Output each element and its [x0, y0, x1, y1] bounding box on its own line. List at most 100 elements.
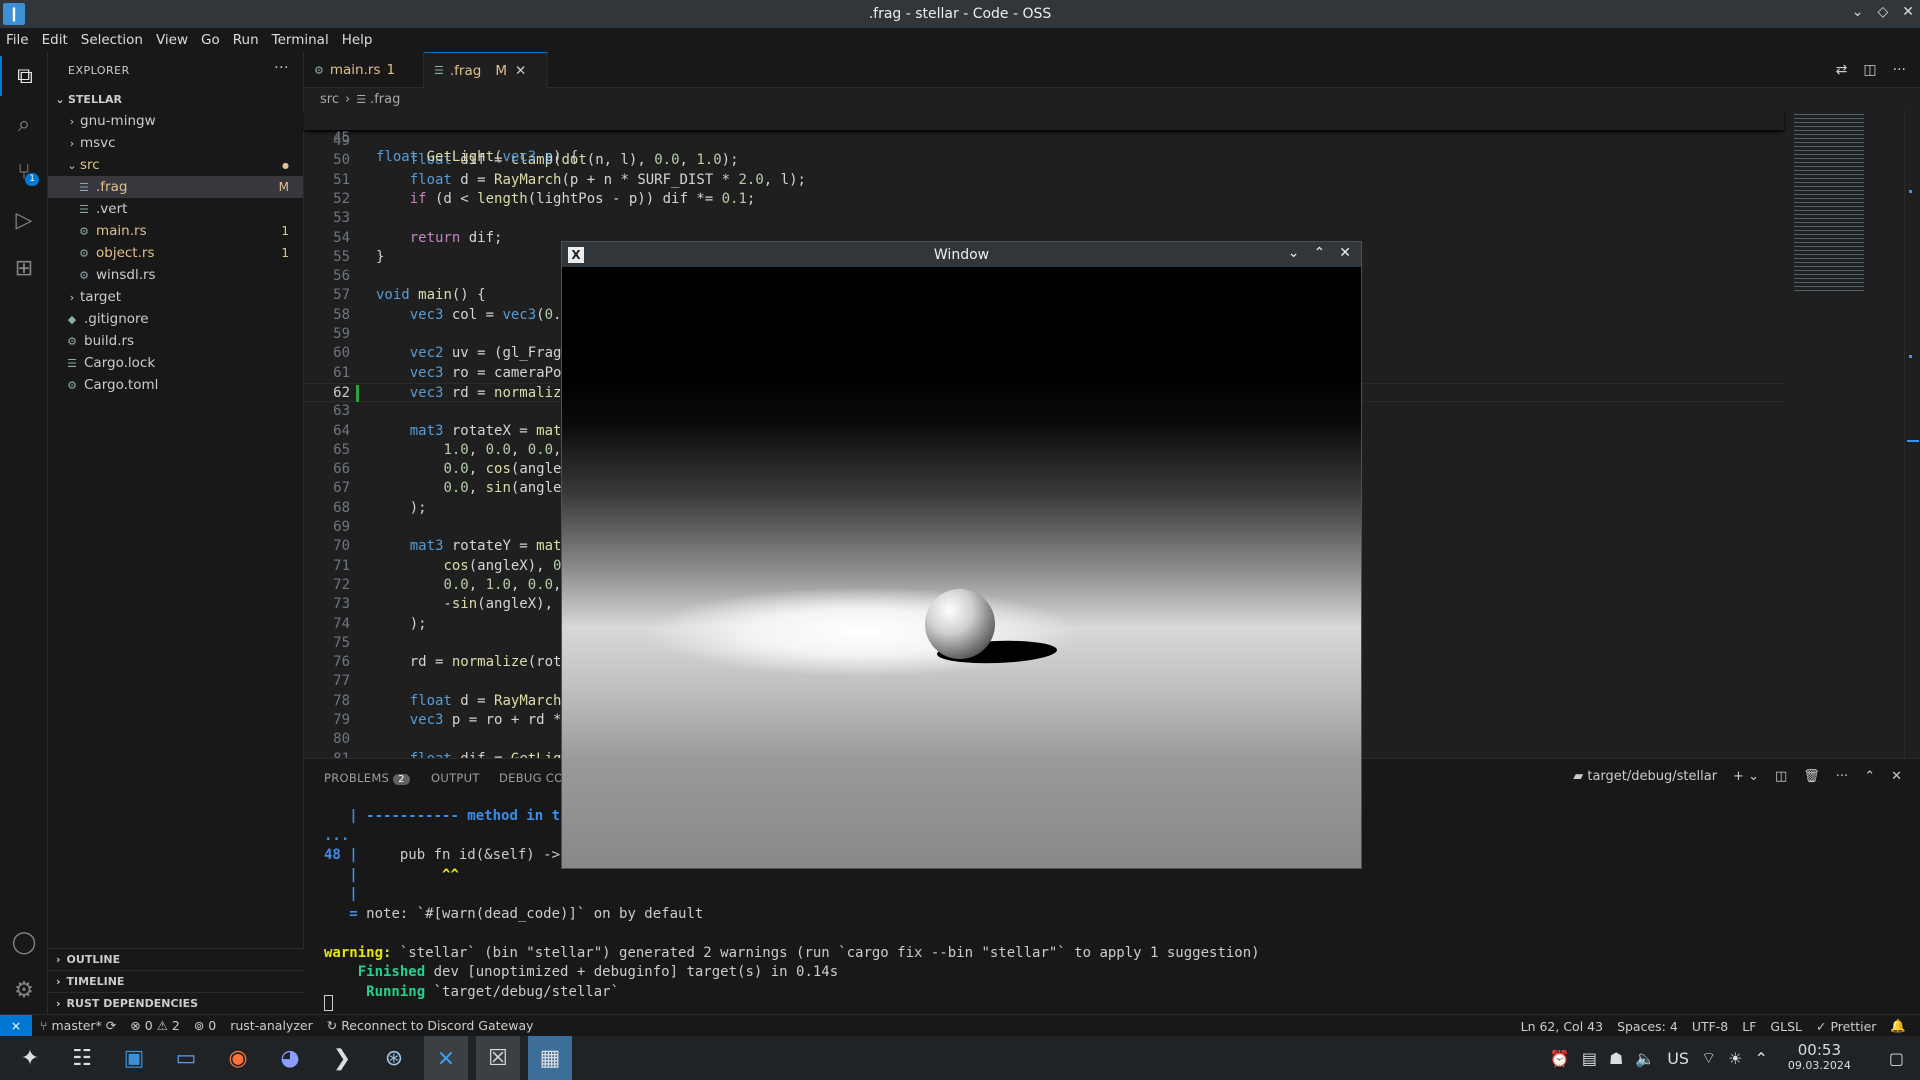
tree-item-winsdlrs[interactable]: ⚙ winsdl.rs	[48, 264, 303, 286]
split-terminal-icon[interactable]: ◫	[1775, 769, 1787, 784]
system-settings-icon[interactable]: ☷	[60, 1036, 104, 1080]
rust-analyzer-status[interactable]: rust-analyzer	[230, 1018, 313, 1033]
tab-main-rs[interactable]: ⚙ main.rs 1	[304, 52, 424, 88]
code-line[interactable]: 52 if (d < length(lightPos - p)) dif *= …	[304, 190, 1784, 209]
keyboard-layout[interactable]: US	[1667, 1049, 1689, 1068]
explorer-icon[interactable]: ⧉	[0, 56, 48, 96]
terminal-instance[interactable]: ▰ target/debug/stellar	[1573, 769, 1717, 784]
tree-item-cargotoml[interactable]: ⚙ Cargo.toml	[48, 374, 303, 396]
firefox-icon[interactable]: ◉	[216, 1036, 260, 1080]
problems-status[interactable]: ⊗ 0 ⚠ 2	[130, 1018, 180, 1033]
source-control-icon[interactable]: ⑂ 1	[0, 152, 48, 192]
vscode-icon[interactable]: ⨯	[424, 1036, 468, 1080]
tree-item-mainrs[interactable]: ⚙ main.rs 1	[48, 220, 303, 242]
discord-status[interactable]: ↻ Reconnect to Discord Gateway	[327, 1018, 534, 1033]
split-editor-icon[interactable]: ◫	[1863, 62, 1876, 78]
tree-item-src[interactable]: ⌄ src ●	[48, 154, 303, 176]
tray-expand-icon[interactable]: ⌃	[1754, 1049, 1767, 1068]
search-icon[interactable]: ⌕	[0, 104, 48, 144]
tree-item-msvc[interactable]: › msvc	[48, 132, 303, 154]
tree-item-objectrs[interactable]: ⚙ object.rs 1	[48, 242, 303, 264]
clock[interactable]: 00:53 09.03.2024	[1788, 1043, 1851, 1073]
menu-terminal[interactable]: Terminal	[272, 32, 329, 48]
section-outline[interactable]: › OUTLINE	[48, 948, 304, 970]
software-center-icon[interactable]: ▣	[112, 1036, 156, 1080]
breadcrumb-folder[interactable]: src	[320, 92, 339, 107]
git-branch[interactable]: ⑂ master* ⟳	[40, 1018, 116, 1033]
code-text: return dif;	[409, 229, 503, 246]
tab-frag[interactable]: ☰ .frag M ✕	[424, 52, 548, 88]
language-mode[interactable]: GLSL	[1770, 1019, 1802, 1034]
terminal-app-icon[interactable]: ❯	[320, 1036, 364, 1080]
section-rust-dependencies[interactable]: › RUST DEPENDENCIES	[48, 992, 304, 1014]
close-panel-icon[interactable]: ✕	[1891, 769, 1902, 784]
tree-item-vert[interactable]: ☰ .vert	[48, 198, 303, 220]
editor-scrollbar[interactable]	[1904, 110, 1920, 758]
notifications-icon[interactable]: ⏰	[1550, 1049, 1570, 1068]
wifi-icon[interactable]: ⌔	[1701, 1048, 1716, 1068]
code-line[interactable]: 53	[304, 209, 1784, 228]
ports-status[interactable]: ⊚ 0	[194, 1018, 216, 1033]
remote-indicator-icon[interactable]: ⨯	[0, 1014, 32, 1037]
breadcrumb-file[interactable]: .frag	[370, 92, 400, 107]
menu-go[interactable]: Go	[201, 32, 220, 48]
brightness-icon[interactable]: ☀	[1728, 1049, 1742, 1068]
tree-item-frag[interactable]: ☰ .frag M	[48, 176, 303, 198]
more-actions-icon[interactable]: ···	[274, 60, 289, 76]
extensions-icon[interactable]: ⊞	[0, 248, 48, 288]
x11-maximize-button[interactable]: ⌃	[1314, 245, 1326, 261]
menu-run[interactable]: Run	[233, 32, 259, 48]
close-tab-icon[interactable]: ✕	[515, 63, 526, 79]
prettier-status[interactable]: ✓ Prettier	[1816, 1019, 1876, 1034]
app-icon[interactable]: ❙	[3, 3, 25, 25]
run-debug-icon[interactable]: ▷	[0, 200, 48, 240]
x11-window-titlebar[interactable]: X Window ⌄ ⌃ ✕	[562, 242, 1361, 267]
x11-minimize-button[interactable]: ⌄	[1288, 245, 1300, 261]
section-timeline[interactable]: › TIMELINE	[48, 970, 304, 992]
compare-changes-icon[interactable]: ⇄	[1836, 62, 1848, 78]
clipboard-icon[interactable]: ▤	[1582, 1049, 1597, 1068]
sticky-scroll-header[interactable]: 45 float GetLight(vec3 p) {	[304, 110, 1784, 165]
workspace-root[interactable]: ⌄ STELLAR	[48, 88, 303, 110]
steam-icon[interactable]: ⊛	[372, 1036, 416, 1080]
more-actions-icon[interactable]: ···	[1893, 62, 1906, 78]
end-of-line[interactable]: LF	[1742, 1019, 1756, 1034]
kill-terminal-icon[interactable]: 🗑	[1803, 769, 1820, 784]
new-terminal-icon[interactable]: + ⌄	[1733, 769, 1759, 784]
panel-tab-output[interactable]: OUTPUT	[431, 771, 480, 785]
menu-file[interactable]: File	[6, 32, 29, 48]
bell-icon[interactable]: 🔔	[1890, 1018, 1906, 1034]
app-launcher-icon[interactable]: ✦	[8, 1036, 52, 1080]
menu-selection[interactable]: Selection	[81, 32, 143, 48]
tree-item-cargolock[interactable]: ☰ Cargo.lock	[48, 352, 303, 374]
show-desktop-icon[interactable]: ▢	[1889, 1049, 1904, 1068]
volume-icon[interactable]: 🔈	[1635, 1049, 1655, 1068]
menu-help[interactable]: Help	[342, 32, 373, 48]
minimize-button[interactable]: ⌄	[1852, 4, 1864, 20]
menu-view[interactable]: View	[156, 32, 188, 48]
code-line[interactable]: 51 float d = RayMarch(p + n * SURF_DIST …	[304, 171, 1784, 190]
settings-gear-icon[interactable]: ⚙	[0, 970, 48, 1010]
account-icon[interactable]: ◯	[0, 922, 48, 962]
x11-close-button[interactable]: ✕	[1339, 245, 1351, 261]
indentation[interactable]: Spaces: 4	[1617, 1019, 1678, 1034]
more-actions-icon[interactable]: ···	[1836, 769, 1848, 784]
tree-item-target[interactable]: › target	[48, 286, 303, 308]
menu-edit[interactable]: Edit	[42, 32, 68, 48]
update-icon[interactable]: ☗	[1609, 1049, 1623, 1068]
minimap[interactable]	[1784, 110, 1904, 758]
image-viewer-icon[interactable]: ▦	[528, 1036, 572, 1080]
maximize-panel-icon[interactable]: ⌃	[1864, 769, 1875, 784]
file-manager-icon[interactable]: ▭	[164, 1036, 208, 1080]
x11-render-window[interactable]: X Window ⌄ ⌃ ✕	[561, 241, 1362, 869]
tree-item-gnumingw[interactable]: › gnu-mingw	[48, 110, 303, 132]
cursor-position[interactable]: Ln 62, Col 43	[1521, 1019, 1603, 1034]
tree-item-gitignore[interactable]: ◆ .gitignore	[48, 308, 303, 330]
discord-icon[interactable]: ◕	[268, 1036, 312, 1080]
close-button[interactable]: ✕	[1902, 4, 1914, 20]
maximize-button[interactable]: ◇	[1877, 4, 1888, 20]
panel-tab-problems[interactable]: PROBLEMS 2	[324, 771, 410, 785]
tree-item-buildrs[interactable]: ⚙ build.rs	[48, 330, 303, 352]
x11-app-taskbar-icon[interactable]: ☒	[476, 1036, 520, 1080]
encoding[interactable]: UTF-8	[1692, 1019, 1728, 1034]
